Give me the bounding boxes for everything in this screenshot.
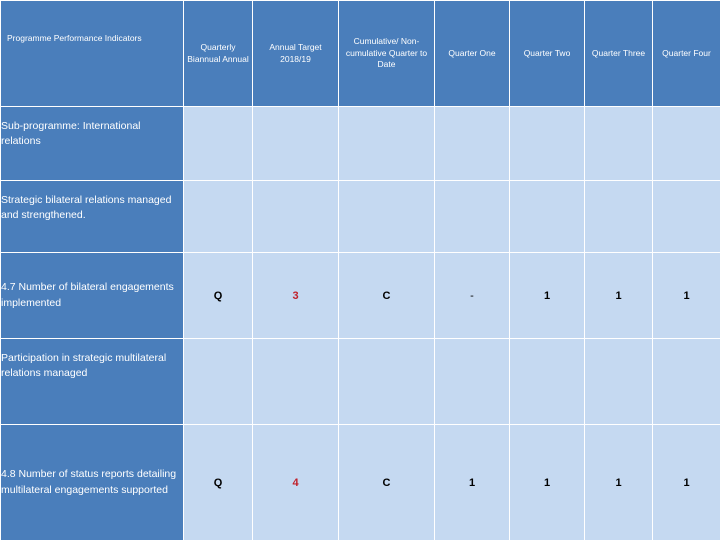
- cell-annual-target: [253, 181, 339, 253]
- header-cell-annual-target: Annual Target 2018/19: [253, 1, 339, 107]
- row-label-participation-multilateral: Participation in strategic multilateral …: [1, 339, 184, 425]
- cell-frequency: Q: [184, 425, 253, 541]
- table-row: Sub-programme: International relations: [1, 107, 720, 181]
- cell-annual-target: 3: [253, 253, 339, 339]
- cell-quarter-three: 1: [585, 253, 653, 339]
- cell-cumulative: C: [339, 425, 435, 541]
- header-cell-cumulative: Cumulative/ Non-cumulative Quarter to Da…: [339, 1, 435, 107]
- performance-indicators-table: Programme Performance Indicators Quarter…: [0, 0, 720, 541]
- cell-quarter-two: [510, 107, 585, 181]
- cell-frequency: [184, 181, 253, 253]
- cell-frequency: Q: [184, 253, 253, 339]
- cell-cumulative: [339, 181, 435, 253]
- header-cell-frequency: Quarterly Biannual Annual: [184, 1, 253, 107]
- cell-quarter-four: [653, 181, 720, 253]
- table-row: Strategic bilateral relations managed an…: [1, 181, 720, 253]
- cell-quarter-three: [585, 339, 653, 425]
- cell-quarter-two: 1: [510, 425, 585, 541]
- cell-cumulative: [339, 107, 435, 181]
- cell-frequency: [184, 107, 253, 181]
- cell-frequency: [184, 339, 253, 425]
- cell-quarter-two: [510, 339, 585, 425]
- row-label-indicator-4-8: 4.8 Number of status reports detailing m…: [1, 425, 184, 541]
- header-cell-quarter-three: Quarter Three: [585, 1, 653, 107]
- table-row: 4.8 Number of status reports detailing m…: [1, 425, 720, 541]
- cell-quarter-four: 1: [653, 253, 720, 339]
- cell-annual-target: [253, 107, 339, 181]
- cell-quarter-two: [510, 181, 585, 253]
- header-cell-indicators: Programme Performance Indicators: [1, 1, 184, 107]
- cell-quarter-four: [653, 339, 720, 425]
- cell-quarter-two: 1: [510, 253, 585, 339]
- table-row: 4.7 Number of bilateral engagements impl…: [1, 253, 720, 339]
- cell-quarter-one: [435, 181, 510, 253]
- cell-quarter-one: -: [435, 253, 510, 339]
- header-cell-quarter-one: Quarter One: [435, 1, 510, 107]
- header-cell-quarter-two: Quarter Two: [510, 1, 585, 107]
- cell-quarter-three: 1: [585, 425, 653, 541]
- cell-annual-target: 4: [253, 425, 339, 541]
- cell-quarter-four: 1: [653, 425, 720, 541]
- row-label-sub-programme: Sub-programme: International relations: [1, 107, 184, 181]
- row-label-strategic-bilateral: Strategic bilateral relations managed an…: [1, 181, 184, 253]
- table-row: Participation in strategic multilateral …: [1, 339, 720, 425]
- cell-cumulative: [339, 339, 435, 425]
- cell-quarter-one: [435, 339, 510, 425]
- cell-quarter-three: [585, 107, 653, 181]
- cell-quarter-one: 1: [435, 425, 510, 541]
- cell-cumulative: C: [339, 253, 435, 339]
- header-cell-quarter-four: Quarter Four: [653, 1, 720, 107]
- cell-quarter-three: [585, 181, 653, 253]
- table-header-row: Programme Performance Indicators Quarter…: [1, 1, 720, 107]
- cell-annual-target: [253, 339, 339, 425]
- cell-quarter-four: [653, 107, 720, 181]
- row-label-indicator-4-7: 4.7 Number of bilateral engagements impl…: [1, 253, 184, 339]
- cell-quarter-one: [435, 107, 510, 181]
